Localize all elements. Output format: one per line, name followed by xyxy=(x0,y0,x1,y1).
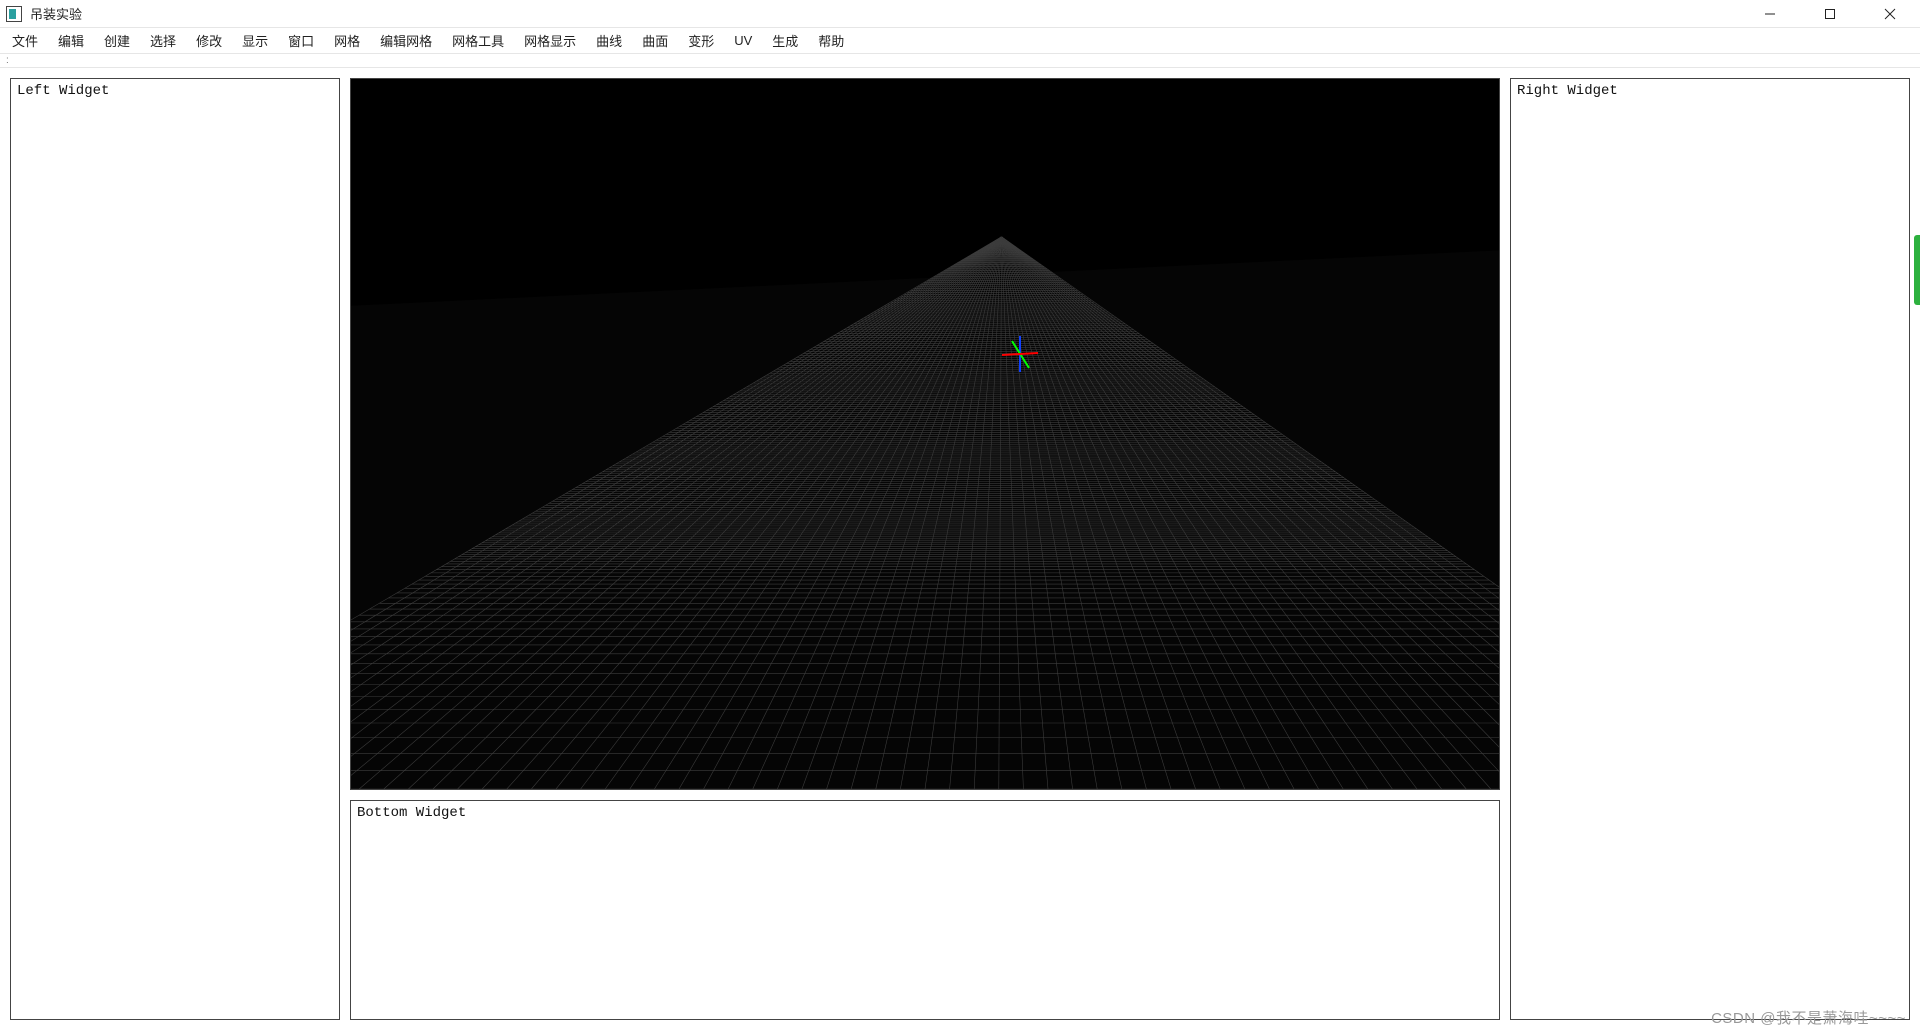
menu-editmesh[interactable]: 编辑网格 xyxy=(370,29,442,52)
toolbar-hint: : xyxy=(6,55,9,66)
center-column: Bottom Widget xyxy=(350,78,1500,1020)
menu-help[interactable]: 帮助 xyxy=(808,29,854,52)
right-panel: Right Widget xyxy=(1510,78,1910,1020)
menu-select[interactable]: 选择 xyxy=(140,29,186,52)
menu-file[interactable]: 文件 xyxy=(2,29,48,52)
close-button[interactable] xyxy=(1872,2,1908,26)
window-controls xyxy=(1752,2,1914,26)
menu-window[interactable]: 窗口 xyxy=(278,29,324,52)
menubar: 文件 编辑 创建 选择 修改 显示 窗口 网格 编辑网格 网格工具 网格显示 曲… xyxy=(0,28,1920,54)
menu-edit[interactable]: 编辑 xyxy=(48,29,94,52)
menu-curve[interactable]: 曲线 xyxy=(586,29,632,52)
side-handle[interactable] xyxy=(1914,235,1920,305)
close-icon xyxy=(1884,8,1896,20)
watermark-text: CSDN @我不是萧海哇~~~~ xyxy=(1711,1010,1906,1027)
toolbar-strip: : xyxy=(0,54,1920,68)
left-panel-label: Left Widget xyxy=(17,83,109,99)
minimize-button[interactable] xyxy=(1752,2,1788,26)
app-icon xyxy=(6,6,22,22)
menu-modify[interactable]: 修改 xyxy=(186,29,232,52)
window-title: 吊装实验 xyxy=(30,4,82,23)
maximize-button[interactable] xyxy=(1812,2,1848,26)
menu-generate[interactable]: 生成 xyxy=(762,29,808,52)
menu-display[interactable]: 显示 xyxy=(232,29,278,52)
bottom-panel-label: Bottom Widget xyxy=(357,805,466,821)
titlebar: 吊装实验 xyxy=(0,0,1920,28)
menu-deform[interactable]: 变形 xyxy=(678,29,724,52)
menu-meshtools[interactable]: 网格工具 xyxy=(442,29,514,52)
watermark: CSDN @我不是萧海哇~~~~ xyxy=(1711,1007,1906,1028)
left-panel: Left Widget xyxy=(10,78,340,1020)
bottom-panel: Bottom Widget xyxy=(350,800,1500,1020)
menu-meshdisplay[interactable]: 网格显示 xyxy=(514,29,586,52)
menu-mesh[interactable]: 网格 xyxy=(324,29,370,52)
maximize-icon xyxy=(1824,8,1836,20)
menu-create[interactable]: 创建 xyxy=(94,29,140,52)
workspace: Left Widget Bottom Widget Right Widget xyxy=(0,68,1920,1030)
right-panel-label: Right Widget xyxy=(1517,83,1618,99)
viewport-3d[interactable] xyxy=(350,78,1500,790)
minimize-icon xyxy=(1764,8,1776,20)
menu-surface[interactable]: 曲面 xyxy=(632,29,678,52)
menu-uv[interactable]: UV xyxy=(724,31,762,50)
grid-plane xyxy=(351,79,1499,789)
